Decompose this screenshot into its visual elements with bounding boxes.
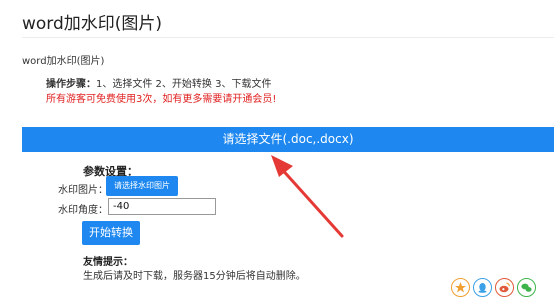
start-convert-button[interactable]: 开始转换 [82, 221, 140, 245]
select-file-button[interactable]: 请选择文件(.doc,.docx) [22, 127, 554, 152]
qq-icon[interactable] [473, 278, 492, 297]
watermark-angle-label: 水印角度： [58, 205, 108, 216]
page-title: word加水印(图片) [22, 14, 163, 34]
steps-label: 操作步骤： [46, 79, 96, 90]
watermark-angle-input[interactable] [108, 198, 216, 215]
steps-text: 1、选择文件 2、开始转换 3、下载文件 [96, 79, 272, 90]
title-divider [22, 37, 554, 38]
star-icon[interactable] [451, 278, 470, 297]
page-subtitle: word加水印(图片) [22, 56, 105, 67]
operation-steps: 操作步骤：1、选择文件 2、开始转换 3、下载文件 [46, 75, 271, 90]
wechat-icon[interactable] [517, 278, 536, 297]
watermark-image-label: 水印图片： [58, 185, 108, 196]
guest-notice: 所有游客可免费使用3次，如有更多需要请开通会员! [46, 94, 277, 105]
tips-text: 生成后请及时下载，服务器15分钟后将自动删除。 [83, 271, 306, 282]
select-watermark-image-button[interactable]: 请选择水印图片 [106, 176, 178, 196]
weibo-icon[interactable] [495, 278, 514, 297]
tips-heading: 友情提示： [83, 257, 133, 268]
